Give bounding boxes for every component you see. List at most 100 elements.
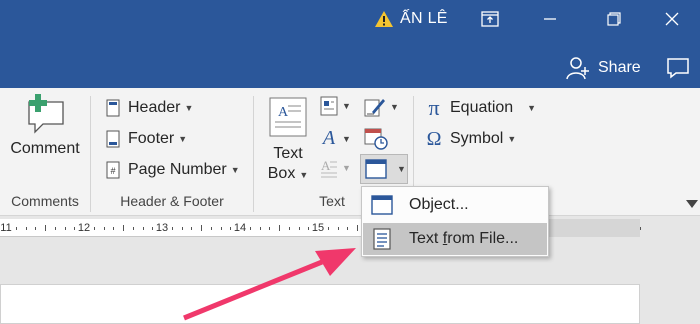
ruler-tick: [357, 225, 358, 231]
ruler-tick: [171, 227, 173, 230]
chevron-down-icon: ▼: [230, 165, 240, 175]
ruler-tick: [201, 225, 202, 231]
ruler-tick: [152, 227, 154, 230]
account-name[interactable]: ẤN LÊ: [400, 9, 448, 29]
minimize-icon[interactable]: [538, 9, 562, 29]
ruler-tick: [93, 227, 95, 230]
ruler-tick: [103, 227, 105, 230]
ruler-tick: [308, 227, 310, 230]
menu-item-text-from-file[interactable]: Text from File...: [363, 223, 547, 255]
symbol-label: Symbol: [450, 130, 504, 147]
ruler-tick: [337, 227, 339, 230]
ruler-tick: [123, 225, 124, 231]
menu-item-object-label: Object...: [409, 196, 469, 213]
omega-icon: Ω: [426, 127, 442, 150]
text-box-button[interactable]: A Text Box ▼: [262, 96, 314, 185]
comments-pane-icon[interactable]: [664, 54, 692, 82]
object-dropdown-menu: Object... Text from File...: [361, 186, 549, 257]
quick-parts-icon: [320, 96, 338, 116]
ruler-tick: [25, 227, 27, 230]
wordart-button[interactable]: A ▼: [320, 127, 351, 150]
object-window-icon: [365, 159, 387, 184]
signature-line-icon: [364, 99, 385, 117]
close-icon[interactable]: [660, 9, 684, 29]
comment-label: Comment: [10, 140, 80, 157]
drop-cap-icon: A: [321, 158, 337, 178]
equation-button[interactable]: π Equation ▼: [424, 95, 537, 120]
ruler-number: 13: [155, 222, 169, 234]
ruler-number: 15: [311, 222, 325, 234]
footer-icon: [104, 129, 122, 149]
new-comment-icon: [28, 94, 64, 134]
ruler-tick: [181, 227, 183, 230]
quick-parts-button[interactable]: ▼: [320, 96, 351, 116]
comments-group-label: Comments: [11, 193, 79, 209]
page-number-icon: #: [104, 160, 122, 180]
person-add-icon: [566, 57, 589, 80]
svg-text:#: #: [110, 166, 115, 176]
equation-label: Equation: [450, 99, 514, 116]
chevron-down-icon: ▼: [342, 101, 351, 111]
pi-icon: π: [428, 95, 440, 120]
text-box-label-line1: Text: [273, 145, 303, 162]
menu-item-object[interactable]: Object...: [363, 189, 547, 221]
ruler-tick: [64, 227, 66, 230]
restore-window-icon[interactable]: [602, 9, 626, 29]
footer-button[interactable]: Footer ▼: [104, 127, 187, 151]
chevron-down-icon: ▼: [184, 103, 194, 113]
chevron-down-icon: ▼: [342, 133, 351, 144]
collapse-ribbon-icon[interactable]: [684, 198, 700, 210]
page-number-button[interactable]: # Page Number ▼: [104, 158, 240, 182]
chevron-down-icon: ▼: [527, 103, 537, 113]
ribbon-display-options-icon[interactable]: [478, 9, 502, 29]
footer-label: Footer: [128, 130, 175, 147]
ruler-tick: [132, 227, 134, 230]
header-icon: [104, 98, 122, 118]
title-bar: ẤN LÊ Share: [0, 0, 700, 88]
text-file-icon: [369, 227, 395, 251]
ruler-tick: [288, 227, 290, 230]
ruler-number: 11: [0, 222, 12, 234]
symbol-button[interactable]: Ω Symbol ▼: [424, 127, 517, 151]
page-number-label: Page Number: [128, 161, 227, 178]
ruler-tick: [15, 227, 17, 230]
ruler-number: 12: [77, 222, 91, 234]
chevron-down-icon: ▼: [397, 164, 406, 174]
ruler-tick: [35, 227, 37, 230]
share-button[interactable]: Share: [566, 54, 641, 82]
document-page[interactable]: [0, 284, 640, 324]
ruler-tick: [327, 227, 329, 230]
ruler-tick: [230, 227, 232, 230]
group-divider: [90, 96, 91, 212]
ruler-tick: [249, 227, 251, 230]
ruler-margin: [545, 219, 640, 237]
wordart-icon: A: [322, 127, 336, 149]
ruler-tick: [269, 227, 271, 230]
new-comment-button[interactable]: Comment: [6, 92, 84, 158]
ruler-tick: [259, 227, 261, 230]
warning-icon[interactable]: [374, 9, 394, 29]
drop-cap-button[interactable]: A ▼: [320, 158, 351, 178]
signature-line-button[interactable]: ▼: [364, 96, 399, 118]
ruler-tick: [347, 227, 349, 230]
ruler-tick: [210, 227, 212, 230]
text-box-label-line2: Box ▼: [267, 165, 309, 182]
ruler-tick: [45, 225, 46, 231]
chevron-down-icon: ▼: [178, 134, 188, 144]
svg-text:A: A: [321, 158, 331, 173]
chevron-down-icon: ▼: [507, 134, 517, 144]
menu-item-text-from-file-label: Text from File...: [409, 230, 519, 247]
chevron-down-icon: ▼: [299, 170, 309, 180]
chevron-down-icon: ▼: [390, 102, 399, 112]
ruler-tick: [54, 227, 56, 230]
ruler-tick: [279, 225, 280, 231]
header-label: Header: [128, 99, 181, 116]
object-window-icon: [369, 193, 395, 217]
header-button[interactable]: Header ▼: [104, 96, 193, 120]
group-divider: [253, 96, 254, 212]
object-button[interactable]: ▼: [360, 154, 408, 184]
date-time-button[interactable]: [364, 126, 388, 150]
header-footer-group-label: Header & Footer: [120, 193, 224, 209]
svg-text:A: A: [278, 105, 289, 120]
ruler-tick: [142, 227, 144, 230]
